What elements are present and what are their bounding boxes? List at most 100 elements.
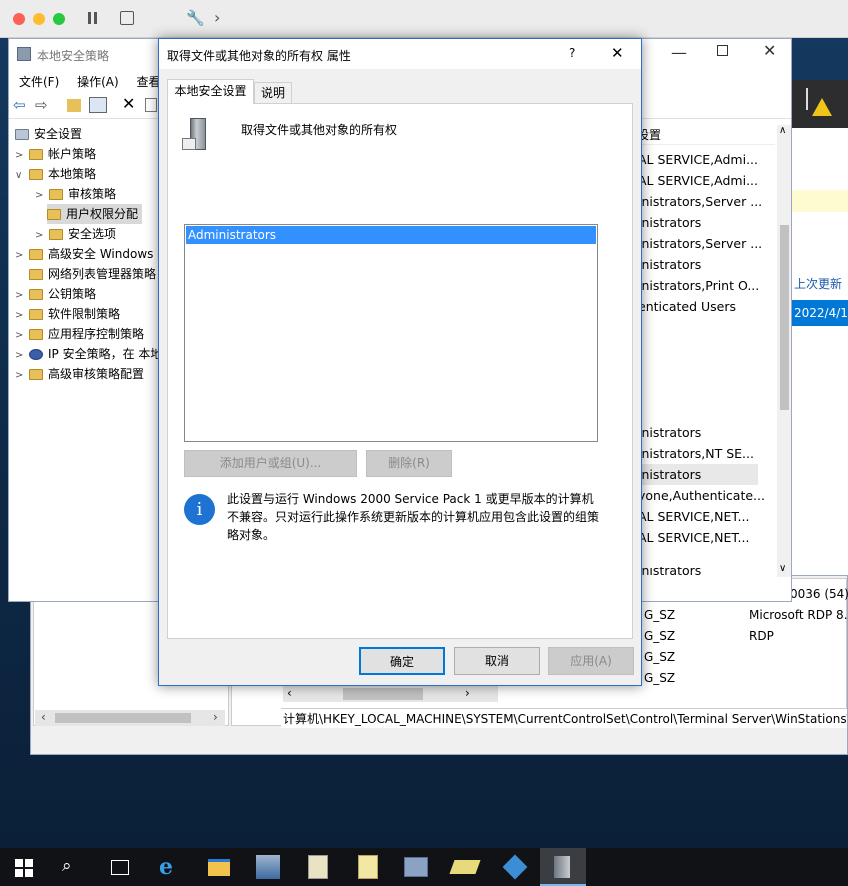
list-item[interactable]: inistrators (638, 212, 701, 233)
list-item[interactable]: yone,Authenticate... (638, 485, 765, 506)
help-button[interactable]: ? (569, 46, 575, 60)
screenshot-icon[interactable] (120, 11, 134, 25)
tree-item-ip-security[interactable]: > IP 安全策略，在 本地 (15, 344, 161, 364)
tree-item-public-key[interactable]: > 公钥策略 (15, 284, 96, 304)
search-icon[interactable]: ⌕ (62, 856, 72, 876)
reg-name-0[interactable]: G_SZ (644, 608, 675, 622)
scroll-up-icon[interactable]: ∧ (779, 125, 786, 136)
maximize-button[interactable] (717, 45, 728, 56)
chevron-right-icon[interactable]: > (15, 366, 29, 386)
tree-item-account-policy[interactable]: > 帐户策略 (15, 144, 96, 164)
chevron-down-icon[interactable]: ∨ (15, 166, 29, 186)
windows-start-icon[interactable] (15, 859, 33, 877)
reg-data-1[interactable]: RDP (749, 629, 774, 643)
tree-item-network-list[interactable]: 网络列表管理器策略 (15, 264, 156, 284)
document-icon[interactable] (358, 855, 378, 879)
cancel-button[interactable]: 取消 (454, 647, 540, 675)
pause-icon[interactable] (86, 10, 100, 26)
chevron-right-icon[interactable]: > (15, 306, 29, 326)
tree-item-app-control[interactable]: > 应用程序控制策略 (15, 324, 144, 344)
menu-action[interactable]: 操作(A) (77, 75, 119, 89)
close-window-icon[interactable] (13, 13, 25, 25)
reg-data-0[interactable]: Microsoft RDP 8.0 (749, 608, 848, 622)
notepad-icon[interactable] (308, 855, 328, 879)
tree-item-security-options[interactable]: > 安全选项 (35, 224, 116, 244)
list-item[interactable]: inistrators,Server ... (638, 191, 762, 212)
tree-item-advanced-audit[interactable]: > 高级审核策略配置 (15, 364, 144, 384)
taskbar-active-app[interactable] (540, 848, 586, 886)
list-item[interactable]: AL SERVICE,Admi... (638, 170, 758, 191)
list-item[interactable]: AL SERVICE,NET... (638, 527, 749, 548)
reg-name-1[interactable]: G_SZ (644, 629, 675, 643)
chevron-right-icon[interactable]: > (15, 286, 29, 306)
list-item[interactable]: enticated Users (638, 296, 736, 317)
scroll-right-icon[interactable]: › (465, 686, 470, 700)
minimize-button[interactable]: — (671, 43, 687, 62)
add-user-button[interactable]: 添加用户或组(U)... (184, 450, 357, 477)
list-item[interactable]: AL SERVICE,NET... (638, 506, 749, 527)
scroll-thumb[interactable] (780, 225, 789, 410)
chevron-right-icon[interactable]: > (15, 246, 29, 266)
tab-local-security-setting[interactable]: 本地安全设置 (167, 79, 254, 104)
members-listbox[interactable]: Administrators (184, 224, 598, 442)
tree-item-software-restriction[interactable]: > 软件限制策略 (15, 304, 120, 324)
chevron-right-icon[interactable]: > (35, 226, 49, 246)
scroll-down-icon[interactable]: ∨ (779, 563, 786, 574)
scroll-left-icon[interactable]: ‹ (287, 686, 292, 700)
network-icon[interactable] (404, 857, 428, 877)
list-item[interactable]: inistrators (638, 422, 701, 443)
list-item[interactable]: inistrators,Print O... (638, 275, 759, 296)
list-v-scrollbar[interactable]: ∧ ∨ (777, 125, 791, 577)
cube-icon[interactable] (502, 854, 528, 880)
list-col-header[interactable]: 设置 (637, 125, 775, 145)
apply-button[interactable]: 应用(A) (548, 647, 634, 675)
show-hide-tree-icon[interactable] (89, 97, 107, 113)
tree-item-advanced-firewall[interactable]: > 高级安全 Windows (15, 244, 153, 264)
tab-explain[interactable]: 说明 (254, 82, 292, 104)
menu-file[interactable]: 文件(F) (19, 75, 59, 89)
list-item[interactable]: AL SERVICE,Admi... (638, 149, 758, 170)
tree-item-security-settings[interactable]: 安全设置 (15, 124, 82, 144)
minimize-window-icon[interactable] (33, 13, 45, 25)
chevron-right-icon[interactable]: > (15, 326, 29, 346)
reg-name-3[interactable]: G_SZ (644, 671, 675, 685)
dialog-close-button[interactable]: ✕ (611, 44, 624, 62)
back-icon[interactable]: ⇦ (13, 96, 26, 114)
properties-icon[interactable] (145, 98, 157, 112)
tree-h-scrollbar[interactable]: ‹ › (35, 710, 225, 726)
chevron-right-icon[interactable]: > (15, 346, 29, 366)
regedit-address-bar[interactable]: 计算机\HKEY_LOCAL_MACHINE\SYSTEM\CurrentCon… (281, 708, 847, 728)
tree-item-audit-policy[interactable]: > 审核策略 (35, 184, 116, 204)
flag-icon[interactable] (806, 88, 808, 110)
explorer-icon[interactable] (208, 859, 230, 876)
last-update-value[interactable]: 2022/4/13 (792, 300, 848, 326)
close-button[interactable]: ✕ (763, 41, 776, 60)
chevron-right-icon[interactable]: > (15, 146, 29, 166)
warning-icon[interactable] (812, 98, 832, 116)
forward-icon[interactable]: ⇨ (35, 96, 48, 114)
scroll-right-icon[interactable]: › (213, 710, 218, 724)
eraser-icon[interactable] (449, 860, 481, 874)
list-item-selected[interactable]: inistrators (638, 464, 758, 485)
chevron-right-icon[interactable]: > (35, 186, 49, 206)
ok-button[interactable]: 确定 (359, 647, 445, 675)
values-h-scrollbar[interactable]: ‹ › (283, 686, 498, 702)
list-item[interactable]: inistrators,Server ... (638, 233, 762, 254)
remove-button[interactable]: 删除(R) (366, 450, 452, 477)
task-view-icon[interactable] (111, 860, 129, 875)
tree-item-local-policy[interactable]: ∨ 本地策略 (15, 164, 96, 184)
list-item[interactable]: inistrators (638, 567, 701, 577)
chevron-right-icon[interactable]: › (214, 8, 220, 27)
server-manager-icon[interactable] (256, 855, 280, 879)
ie-icon[interactable]: e (159, 854, 173, 880)
wrench-icon[interactable]: 🔧 (186, 9, 205, 27)
list-item[interactable]: inistrators (638, 254, 701, 275)
list-item[interactable]: inistrators,NT SE... (638, 443, 754, 464)
reg-name-2[interactable]: G_SZ (644, 650, 675, 664)
tree-item-user-rights[interactable]: 用户权限分配 (47, 204, 143, 224)
member-item[interactable]: Administrators (186, 226, 596, 244)
zoom-window-icon[interactable] (53, 13, 65, 25)
delete-icon[interactable]: ✕ (122, 94, 135, 113)
up-folder-icon[interactable] (67, 99, 81, 112)
scroll-left-icon[interactable]: ‹ (41, 710, 46, 724)
